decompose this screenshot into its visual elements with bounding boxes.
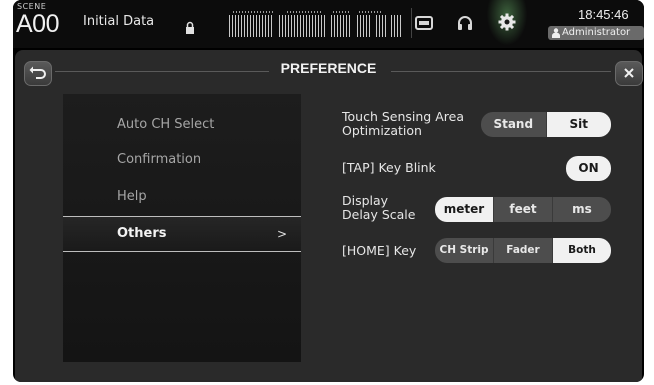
ch-strip-button[interactable]: CH Strip [435,238,494,263]
header-line-right [391,71,611,72]
touch-sensing-selector: Stand Sit [481,112,611,137]
tap-blink-toggle[interactable]: ON [566,156,611,181]
scene-number[interactable]: A00 [16,10,59,39]
panel-header: PREFERENCE [15,50,643,90]
menu-item-label: Help [117,189,147,204]
menu-item-label: Confirmation [117,152,202,167]
both-button[interactable]: Both [553,238,611,263]
lock-icon[interactable] [185,21,195,35]
panel-title: PREFERENCE [280,60,377,76]
menu-item-others[interactable]: Others > [63,216,301,252]
menu-item-auto-ch-select[interactable]: Auto CH Select [63,108,301,142]
delay-scale-selector: meter feet ms [435,197,611,222]
delay-scale-label: Display Delay Scale [342,193,416,222]
meter-button[interactable]: meter [435,197,494,222]
scene-title[interactable]: Initial Data [83,14,154,29]
preference-menu: Auto CH Select Confirmation Help Others … [63,94,301,362]
console-screen: SCENE A00 Initial Data 18:45:46 Administ… [13,0,644,382]
clock: 18:45:46 [578,7,629,22]
close-icon [624,68,634,78]
touch-sensing-label: Touch Sensing Area Optimization [342,109,464,138]
menu-item-confirmation[interactable]: Confirmation [63,143,301,177]
chevron-right-icon: > [276,227,287,241]
ms-button[interactable]: ms [553,197,611,222]
menu-item-label: Auto CH Select [117,117,215,132]
top-status-bar: SCENE A00 Initial Data 18:45:46 Administ… [13,0,644,48]
sit-button[interactable]: Sit [546,112,611,137]
menu-item-label: Others [117,226,167,241]
stand-button[interactable]: Stand [481,112,547,137]
home-key-label: [HOME] Key [342,243,417,258]
headphones-icon[interactable] [457,15,473,31]
meter-divider [411,8,412,38]
user-badge[interactable]: Administrator [548,26,644,40]
user-name: Administrator [562,27,631,38]
gear-icon[interactable] [498,13,516,31]
preference-panel: PREFERENCE Auto CH Select Confirmation H… [15,50,643,382]
meter-bridge[interactable] [229,11,407,37]
menu-item-help[interactable]: Help [63,180,301,214]
tap-blink-label: [TAP] Key Blink [342,160,436,175]
feet-button[interactable]: feet [494,197,553,222]
fader-button[interactable]: Fader [494,238,553,263]
person-icon [552,28,560,38]
home-key-selector: CH Strip Fader Both [435,238,611,263]
card-icon[interactable] [415,16,433,30]
close-button[interactable] [615,61,643,86]
